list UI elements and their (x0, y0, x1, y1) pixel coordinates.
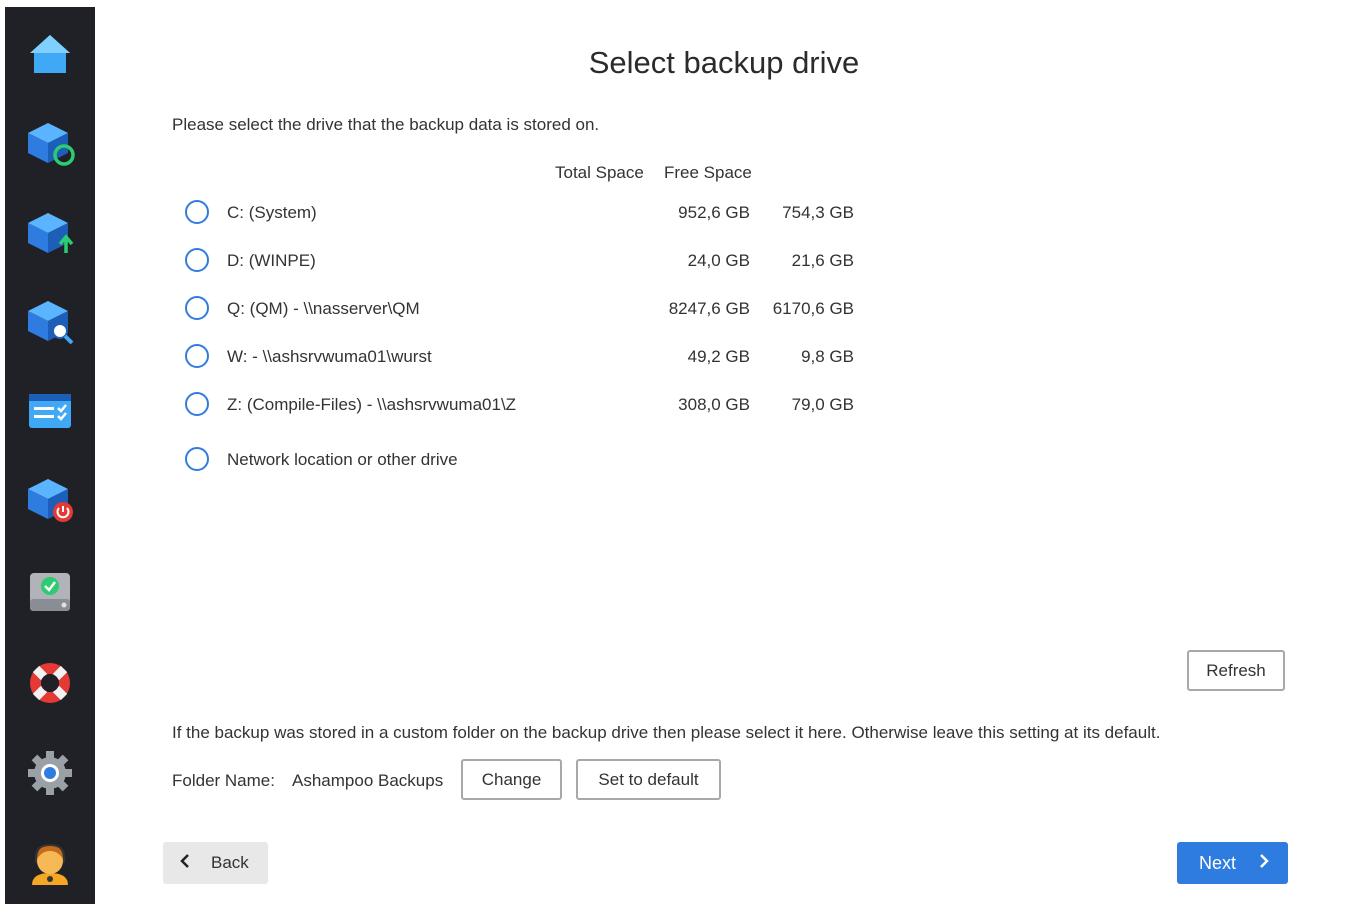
drive-option-d[interactable]: D: (WINPE) 24,0 GB 21,6 GB (185, 246, 854, 276)
window-top-edge (0, 0, 1360, 7)
custom-folder-note: If the backup was stored in a custom fol… (172, 723, 1161, 742)
settings-gear-icon (28, 751, 72, 795)
page-title: Select backup drive (588, 45, 860, 80)
radio-button[interactable] (185, 447, 209, 471)
drive-free-space: 79,0 GB (791, 395, 854, 414)
folder-name-value: Ashampoo Backups (292, 771, 444, 790)
back-button[interactable]: Back (163, 842, 268, 884)
column-header-total-space: Total Space (555, 163, 644, 182)
main-panel: Select backup drive Please select the dr… (95, 7, 1353, 904)
support-agent-icon (32, 843, 68, 885)
set-to-default-button[interactable]: Set to default (576, 759, 721, 800)
drive-name: Q: (QM) - \\nasserver\QM (227, 299, 420, 318)
drive-total-space: 49,2 GB (687, 347, 750, 366)
drive-option-c[interactable]: C: (System) 952,6 GB 754,3 GB (185, 198, 854, 228)
radio-button[interactable] (185, 344, 209, 368)
column-header-free-space: Free Space (664, 163, 752, 182)
drive-check-icon (30, 573, 70, 611)
drive-name: Z: (Compile-Files) - \\ashsrvwuma01\Z (227, 395, 517, 414)
change-folder-button[interactable]: Change (461, 759, 562, 800)
shutdown-backup-icon (28, 479, 73, 522)
radio-button[interactable] (185, 248, 209, 272)
search-backup-icon (28, 301, 74, 345)
drive-option-z[interactable]: Z: (Compile-Files) - \\ashsrvwuma01\Z 30… (185, 390, 854, 420)
sidebar-item-view[interactable] (5, 283, 95, 359)
drive-name: W: - \\ashsrvwuma01\wurst (227, 347, 432, 366)
drive-option-network[interactable]: Network location or other drive (185, 445, 785, 475)
sidebar-item-tasks[interactable] (5, 373, 95, 449)
radio-button[interactable] (185, 200, 209, 224)
drive-total-space: 308,0 GB (678, 395, 750, 414)
refresh-button[interactable]: Refresh (1187, 650, 1285, 691)
sidebar-item-shutdown[interactable] (5, 461, 95, 537)
next-button-label: Next (1199, 852, 1237, 873)
sidebar-item-restore[interactable] (5, 105, 95, 181)
intro-text: Please select the drive that the backup … (172, 115, 600, 134)
drive-free-space: 6170,6 GB (772, 299, 854, 318)
drive-total-space: 24,0 GB (687, 251, 750, 270)
drive-option-w[interactable]: W: - \\ashsrvwuma01\wurst 49,2 GB 9,8 GB (185, 342, 854, 372)
radio-button[interactable] (185, 392, 209, 416)
window-right-edge (1353, 0, 1360, 904)
drive-option-q[interactable]: Q: (QM) - \\nasserver\QM 8247,6 GB 6170,… (185, 294, 854, 324)
chevron-right-icon (1258, 853, 1270, 874)
sidebar (5, 7, 95, 904)
sidebar-item-home[interactable] (5, 17, 95, 93)
sidebar-item-drive-check[interactable] (5, 553, 95, 629)
sidebar-item-settings[interactable] (5, 735, 95, 811)
network-option-label: Network location or other drive (227, 450, 458, 469)
radio-button[interactable] (185, 296, 209, 320)
folder-name-label: Folder Name: (172, 771, 275, 790)
drive-free-space: 754,3 GB (782, 203, 854, 222)
lifebuoy-icon (30, 663, 70, 703)
task-list-icon (29, 394, 71, 428)
drive-total-space: 8247,6 GB (668, 299, 750, 318)
drive-name: D: (WINPE) (227, 251, 316, 270)
home-icon (30, 35, 70, 73)
upload-backup-icon (28, 213, 74, 253)
drive-name: C: (System) (227, 203, 317, 222)
next-button[interactable]: Next (1177, 842, 1288, 884)
drive-total-space: 952,6 GB (678, 203, 750, 222)
drive-free-space: 9,8 GB (801, 347, 854, 366)
drive-free-space: 21,6 GB (791, 251, 854, 270)
sidebar-item-backup[interactable] (5, 195, 95, 271)
sidebar-item-support[interactable] (5, 825, 95, 901)
restore-backup-icon (28, 123, 75, 166)
sidebar-item-rescue[interactable] (5, 645, 95, 721)
back-button-label: Back (211, 853, 249, 872)
chevron-left-icon (179, 853, 191, 874)
